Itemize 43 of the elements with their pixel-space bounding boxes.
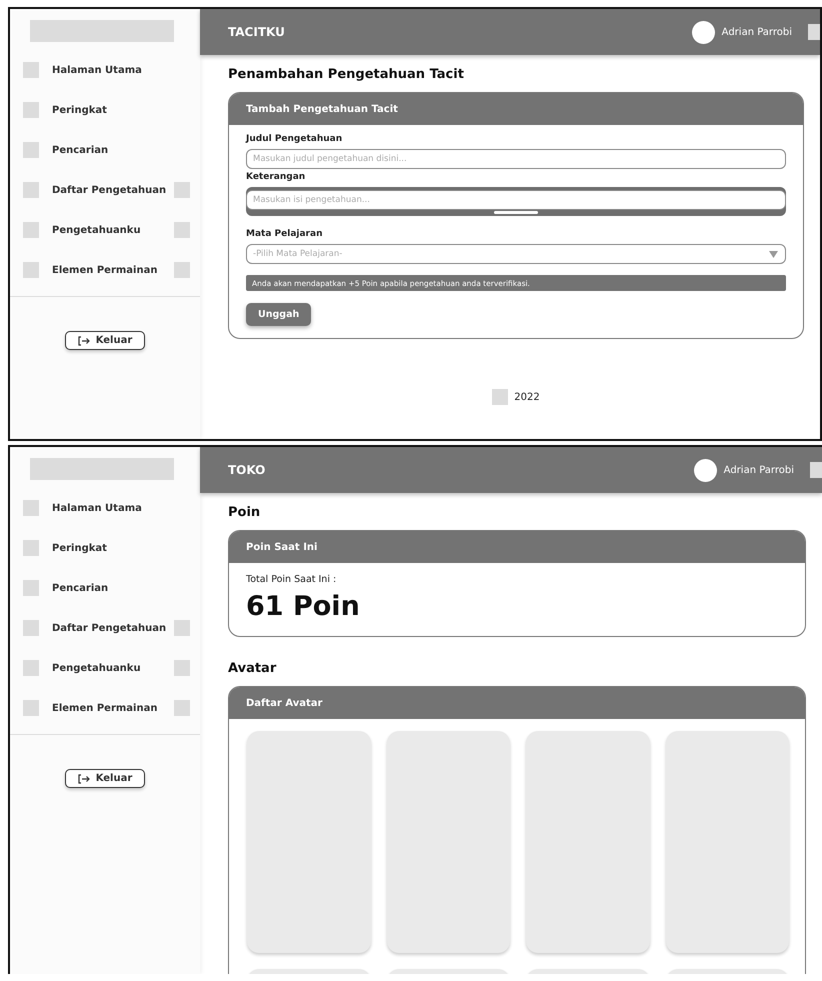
sidebar-item[interactable]: Peringkat	[23, 540, 200, 556]
logout-button[interactable]: Keluar	[64, 331, 146, 350]
caret-icon	[769, 250, 778, 258]
resize-handle[interactable]	[494, 211, 538, 214]
avatar-tile[interactable]	[386, 731, 510, 953]
field-label: Mata Pelajaran	[246, 229, 324, 239]
input-field[interactable]: Masukan judul pengetahuan disini...	[246, 149, 786, 169]
avatar-icon	[692, 20, 715, 44]
avatar-tile[interactable]	[247, 731, 370, 953]
avatar-tile[interactable]	[526, 731, 650, 953]
sidebar-item[interactable]: Daftar Pengetahuan	[23, 182, 200, 198]
app-title: TACITKU	[228, 25, 285, 39]
sidebar-item[interactable]: Pencarian	[23, 580, 200, 596]
logout-icon	[78, 774, 90, 784]
sidebar-item[interactable]: Pengetahuanku	[23, 222, 200, 238]
points-label: Total Poin Saat Ini :	[246, 574, 338, 585]
logout-icon	[78, 336, 90, 346]
section-heading: Avatar	[228, 661, 278, 676]
upload-button[interactable]: Unggah	[246, 303, 312, 326]
card-header: Daftar Avatar	[229, 687, 805, 719]
card-header: Poin Saat Ini	[229, 531, 805, 563]
section-heading: Penambahan Pengetahuan Tacit	[228, 67, 465, 82]
field-label: Judul Pengetahuan	[246, 134, 344, 144]
sidebar-item[interactable]: Elemen Permainan	[23, 262, 200, 278]
user-name[interactable]: Adrian Parrobi	[722, 26, 792, 38]
points-value: 61 Poin	[246, 591, 361, 622]
logout-button[interactable]: Keluar	[64, 769, 146, 788]
card-header: Tambah Pengetahuan Tacit	[229, 93, 803, 125]
footer-year: 2022	[514, 392, 540, 402]
sidebar-item[interactable]: Elemen Permainan	[23, 700, 200, 716]
sidebar-item[interactable]: Halaman Utama	[23, 500, 200, 516]
sidebar-item[interactable]: Peringkat	[23, 102, 200, 118]
field-label: Keterangan	[246, 172, 306, 182]
section-heading: Poin	[228, 505, 262, 520]
sidebar-item[interactable]: Daftar Pengetahuan	[23, 620, 200, 636]
sidebar-item[interactable]: Halaman Utama	[23, 62, 200, 78]
app-title: TOKO	[228, 463, 266, 477]
avatar-icon	[694, 458, 717, 482]
user-name[interactable]: Adrian Parrobi	[724, 464, 794, 476]
avatar-tile[interactable]	[666, 731, 789, 953]
sidebar-item[interactable]: Pencarian	[23, 142, 200, 158]
text-area[interactable]: Masukan isi pengetahuan...	[246, 187, 786, 216]
sidebar-item[interactable]: Pengetahuanku	[23, 660, 200, 676]
